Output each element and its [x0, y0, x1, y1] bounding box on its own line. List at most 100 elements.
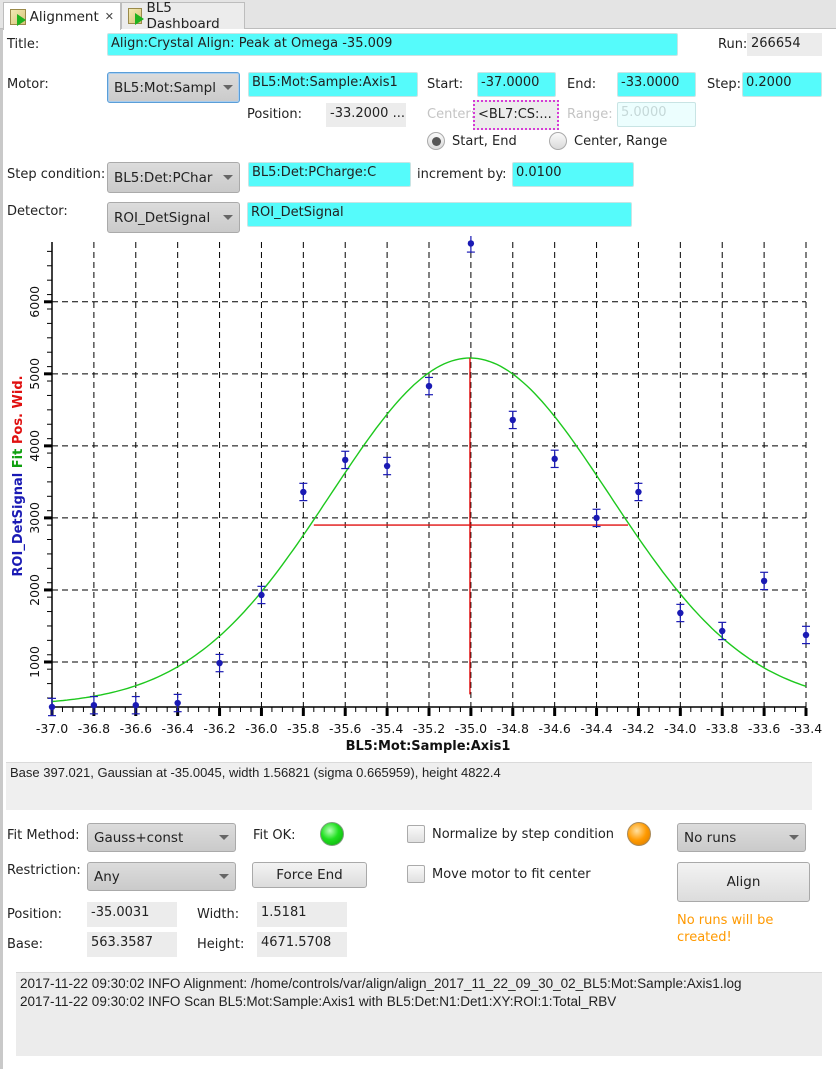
- fit-base-value: 563.3587: [87, 932, 177, 957]
- x-tick-label: -34.2: [622, 721, 654, 736]
- y-major-tick: [44, 516, 52, 520]
- align-button[interactable]: Align: [677, 862, 810, 902]
- start-field[interactable]: -37.0000: [477, 72, 556, 97]
- y-tick-label: 6000: [27, 286, 42, 318]
- tab-bl5-dashboard[interactable]: BL5 Dashboard: [121, 0, 245, 32]
- end-field[interactable]: -33.0000: [617, 72, 696, 97]
- title-label: Title:: [7, 37, 40, 52]
- runs-combo[interactable]: No runs: [677, 823, 806, 852]
- step-condition-pv-field[interactable]: BL5:Det:PCharge:C: [248, 162, 411, 187]
- x-tick-label: -34.0: [664, 721, 696, 736]
- fit-width-value: 1.5181: [257, 902, 347, 927]
- increment-label: increment by:: [417, 167, 507, 182]
- y-tick-labels: 1000 2000 3000 4000 5000 6000: [27, 286, 42, 678]
- detector-combo[interactable]: ROI_DetSignal: [107, 202, 240, 233]
- y-major-tick: [44, 372, 52, 376]
- x-tick-label: -36.6: [120, 721, 152, 736]
- increment-field[interactable]: 0.0100: [512, 162, 634, 187]
- move-motor-checkbox[interactable]: [407, 865, 425, 883]
- tab-alignment[interactable]: Alignment ✕: [3, 2, 121, 30]
- chart-run-icon: [128, 8, 145, 25]
- detector-pv-field[interactable]: ROI_DetSignal: [247, 202, 632, 227]
- fit-position-value: -35.0031: [87, 902, 177, 927]
- motor-combo[interactable]: BL5:Mot:Sampl: [107, 72, 240, 103]
- close-icon[interactable]: ✕: [105, 10, 114, 23]
- data-marker: [509, 416, 516, 424]
- tab-label: BL5 Dashboard: [146, 0, 220, 32]
- data-point: [676, 603, 685, 623]
- x-tick-label: -35.4: [371, 721, 403, 736]
- y-major-tick: [44, 660, 52, 664]
- chevron-down-icon: [223, 175, 233, 180]
- x-tick-label: -36.8: [78, 721, 110, 736]
- center-field[interactable]: <BL7:CS:...: [473, 100, 559, 130]
- fit-method-combo[interactable]: Gauss+const: [87, 823, 236, 852]
- data-point: [215, 653, 224, 673]
- data-point: [550, 449, 559, 469]
- x-tick-label: -35.6: [329, 721, 361, 736]
- data-marker: [802, 631, 810, 639]
- y-tick-label: 3000: [27, 502, 42, 534]
- x-tick-label: -34.8: [497, 721, 529, 736]
- position-value: -33.2000 ...: [326, 103, 406, 127]
- x-tick-label: -33.4: [790, 721, 822, 736]
- y-tick-label: 2000: [27, 574, 42, 606]
- step-field[interactable]: 0.2000: [742, 72, 822, 97]
- motor-combo-value: BL5:Mot:Sampl: [114, 79, 216, 96]
- radio-start-end[interactable]: [427, 132, 445, 150]
- restriction-label: Restriction:: [7, 863, 81, 878]
- tab-label: Alignment: [29, 8, 99, 25]
- fit-width-label: Width:: [197, 907, 240, 922]
- normalize-label: Normalize by step condition: [432, 827, 615, 842]
- fit-ok-label: Fit OK:: [253, 828, 296, 843]
- data-marker: [677, 609, 684, 617]
- run-label: Run:: [718, 37, 748, 52]
- radio-center-range[interactable]: [549, 132, 567, 150]
- title-field[interactable]: Align:Crystal Align: Peak at Omega -35.0…: [107, 33, 678, 56]
- data-marker: [467, 240, 475, 247]
- plot-grid: [52, 242, 807, 707]
- fit-curve: [51, 357, 807, 703]
- data-marker: [90, 701, 98, 709]
- data-point: [508, 410, 517, 430]
- fit-summary: Base 397.021, Gaussian at -35.0045, widt…: [6, 762, 812, 810]
- data-point: [173, 693, 182, 713]
- log-panel[interactable]: 2017-11-22 09:30:02 INFO Alignment: /hom…: [16, 972, 822, 1056]
- detector-combo-value: ROI_DetSignal: [114, 209, 211, 226]
- range-field[interactable]: 5.0000: [617, 102, 696, 127]
- force-end-button[interactable]: Force End: [252, 862, 367, 888]
- fit-ok-led-icon: [320, 822, 344, 846]
- motor-label: Motor:: [7, 77, 49, 92]
- x-tick-label: -36.4: [161, 721, 193, 736]
- data-marker: [425, 382, 433, 390]
- data-marker: [48, 703, 56, 711]
- data-point: [718, 621, 727, 641]
- step-condition-combo[interactable]: BL5:Det:PChar: [107, 162, 240, 193]
- fit-height-label: Height:: [197, 937, 245, 952]
- data-point: [341, 450, 350, 470]
- data-point: [760, 571, 769, 591]
- data-marker: [383, 462, 391, 470]
- radio-selected-dot: [431, 136, 441, 146]
- normalize-checkbox[interactable]: [407, 825, 425, 843]
- data-marker: [132, 701, 139, 709]
- data-marker: [551, 455, 558, 463]
- motor-pv-field[interactable]: BL5:Mot:Sample:Axis1: [248, 72, 418, 97]
- center-label: Center:: [427, 107, 475, 122]
- alignment-plot[interactable]: -37.0 -36.8 -36.6 -36.4 -36.2 -36.0 -35.8 -35.6…: [0, 236, 836, 756]
- x-tick-label: -37.0: [36, 721, 68, 736]
- y-tick-label: 4000: [27, 430, 42, 462]
- data-marker: [300, 488, 307, 496]
- radio-start-end-label: Start, End: [452, 134, 517, 149]
- fit-method-value: Gauss+const: [94, 829, 184, 846]
- y-tick-label: 5000: [27, 358, 42, 390]
- data-point: [425, 376, 433, 396]
- x-tick-label: -36.0: [245, 721, 277, 736]
- x-axis-label: BL5:Mot:Sample:Axis1: [346, 739, 511, 754]
- status-led-icon: [627, 822, 651, 846]
- y-label-part: ROI_DetSignal: [11, 473, 26, 577]
- restriction-combo[interactable]: Any: [87, 862, 236, 891]
- data-point: [592, 508, 601, 528]
- data-marker: [635, 488, 642, 496]
- detector-label: Detector:: [7, 204, 68, 219]
